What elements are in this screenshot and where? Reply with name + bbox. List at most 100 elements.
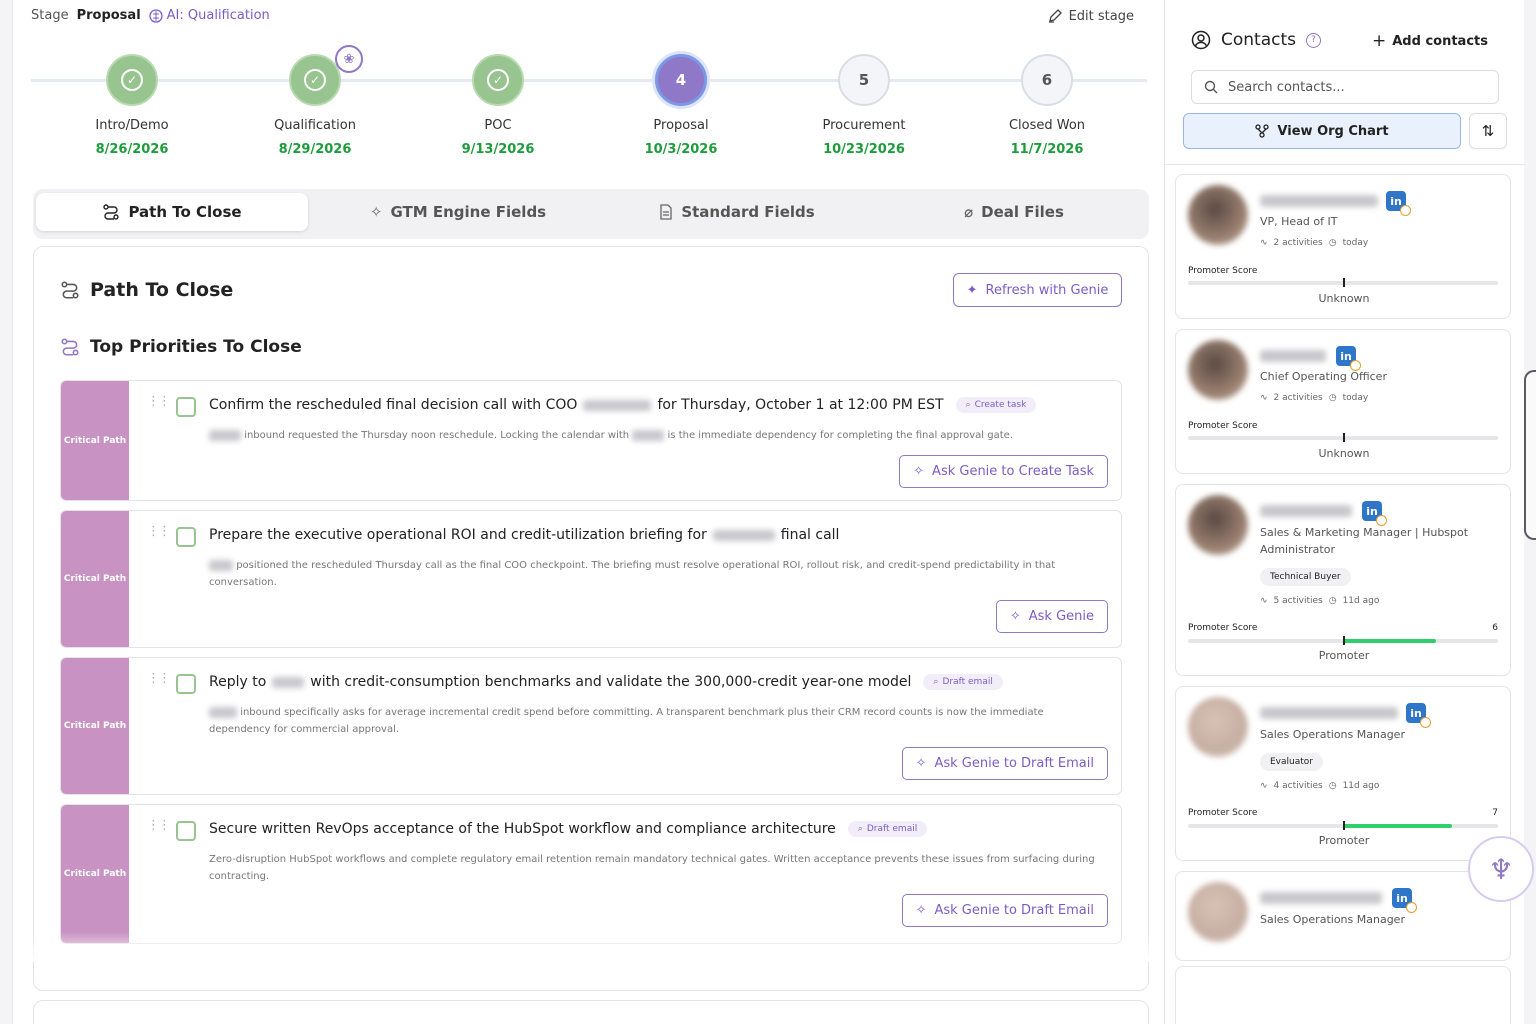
task-checkbox[interactable] <box>176 527 196 547</box>
step-circle: 6 <box>1021 54 1073 106</box>
critical-path-strip: Critical Path <box>61 805 129 943</box>
genie-lamp-icon: ✧ <box>915 903 927 918</box>
contact-role: Sales Operations Manager <box>1260 913 1405 926</box>
create-task-chip[interactable]: ⌕ Create task <box>955 397 1037 413</box>
task-description: Zero-disruption HubSpot workflows and co… <box>209 851 1099 885</box>
task-desc-part: inbound requested the Thursday noon resc… <box>244 430 630 441</box>
brain-icon <box>149 8 163 23</box>
check-icon: ✓ <box>121 69 143 91</box>
draft-email-chip[interactable]: ⌕ Draft email <box>923 674 1003 690</box>
redacted-name <box>632 429 665 441</box>
contact-role: VP, Head of IT <box>1260 215 1338 228</box>
score-midline <box>1343 636 1345 645</box>
tab-label: Deal Files <box>981 203 1064 221</box>
redacted-contact-name <box>1260 350 1326 362</box>
critical-path-strip: Critical Path <box>61 658 129 794</box>
task-title-part: Secure written RevOps acceptance of the … <box>209 821 836 837</box>
stage-step-closed-won[interactable]: 6 Closed Won 11/7/2026 <box>977 54 1117 157</box>
tab-path-to-close[interactable]: Path To Close <box>36 193 308 231</box>
genie-lamp-icon: ✧ <box>915 756 927 771</box>
refresh-with-genie-button[interactable]: ✦ Refresh with Genie <box>953 273 1122 307</box>
activity-count: 2 activities <box>1273 393 1323 403</box>
step-name: POC <box>484 118 512 133</box>
top-priorities-heading: Top Priorities To Close <box>60 337 302 357</box>
genie-lamp-icon: ✧ <box>1009 609 1021 624</box>
task-title-part: Prepare the executive operational ROI an… <box>209 527 707 543</box>
side-drawer-handle[interactable] <box>1524 370 1536 540</box>
tab-label: Path To Close <box>128 203 242 221</box>
stage-step-procurement[interactable]: 5 Procurement 10/23/2026 <box>794 54 934 157</box>
contact-activity: ∿ 4 activities ◷ 11d ago <box>1260 781 1379 791</box>
task-checkbox[interactable] <box>176 397 196 417</box>
view-org-chart-button[interactable]: View Org Chart <box>1183 113 1461 149</box>
step-circle: 5 <box>838 54 890 106</box>
ask-genie-button[interactable]: ✧ Ask Genie <box>995 600 1108 633</box>
linkedin-icon[interactable]: in <box>1406 703 1431 728</box>
step-circle: ✓ <box>472 54 524 106</box>
linkedin-icon[interactable]: in <box>1392 888 1417 913</box>
sort-arrows-icon: ⇅ <box>1481 122 1495 140</box>
critical-path-strip: Critical Path <box>61 381 129 500</box>
drag-handle-icon[interactable]: ⋮⋮ <box>147 395 171 408</box>
sort-button[interactable]: ⇅ <box>1469 113 1507 149</box>
contact-card[interactable]: in Chief Operating Officer ∿ 2 activities… <box>1175 329 1511 474</box>
drag-handle-icon[interactable]: ⋮⋮ <box>147 819 171 832</box>
edit-stage-button[interactable]: Edit stage <box>1047 8 1134 24</box>
tab-standard-fields[interactable]: Standard Fields <box>601 193 873 231</box>
score-fill <box>1344 824 1452 828</box>
contact-card[interactable]: in VP, Head of IT ∿ 2 activities ◷ today Pr… <box>1175 174 1511 319</box>
drag-handle-icon[interactable]: ⋮⋮ <box>147 672 171 685</box>
ai-brain-badge-icon: ❀ <box>335 45 363 73</box>
contact-role: Sales Operations Manager <box>1260 728 1405 741</box>
task-title: Prepare the executive operational ROI an… <box>209 527 839 543</box>
stage-step-intro-demo[interactable]: ✓ Intro/Demo 8/26/2026 <box>62 54 202 157</box>
redacted-name <box>583 399 652 411</box>
clock-icon: ◷ <box>1328 596 1337 606</box>
priority-task-item: Critical Path ⋮⋮ Confirm the rescheduled… <box>60 380 1122 501</box>
ask-genie-draft-email-button[interactable]: ✧ Ask Genie to Draft Email <box>901 747 1108 780</box>
linkedin-icon[interactable]: in <box>1336 346 1361 371</box>
ask-genie-draft-email-button[interactable]: ✧ Ask Genie to Draft Email <box>901 894 1108 927</box>
redacted-name <box>272 676 305 688</box>
ask-genie-create-task-button[interactable]: ✧ Ask Genie to Create Task <box>899 455 1108 488</box>
contact-card[interactable] <box>1175 966 1511 1024</box>
path-to-close-card: Path To Close ✦ Refresh with Genie Top P… <box>33 246 1149 991</box>
task-description: inbound requested the Thursday noon resc… <box>209 427 1099 444</box>
activity-count: 5 activities <box>1273 596 1323 606</box>
search-contacts-input[interactable]: Search contacts... <box>1191 70 1499 104</box>
task-checkbox[interactable] <box>176 674 196 694</box>
promoter-caption: Unknown <box>1318 292 1370 305</box>
tab-deal-files[interactable]: ⌀ Deal Files <box>878 193 1150 231</box>
stage-step-qualification[interactable]: ✓ ❀ Qualification 8/29/2026 <box>245 45 385 157</box>
score-midline <box>1343 433 1345 442</box>
drag-handle-icon[interactable]: ⋮⋮ <box>147 525 171 538</box>
search-placeholder: Search contacts... <box>1228 79 1345 95</box>
redacted-name <box>209 429 241 441</box>
genie-assistant-button[interactable]: ♆ <box>1468 836 1534 902</box>
task-title-part: Reply to <box>209 674 267 690</box>
clock-icon: ◷ <box>1328 393 1337 403</box>
add-contacts-button[interactable]: + Add contacts <box>1372 31 1488 51</box>
promoter-score-bar <box>1188 821 1498 830</box>
draft-email-chip[interactable]: ⌕ Draft email <box>847 821 928 837</box>
linkedin-icon[interactable]: in <box>1362 501 1387 526</box>
clock-icon: ◷ <box>1328 238 1337 248</box>
stage-step-proposal[interactable]: 4 Proposal 10/3/2026 <box>611 54 751 157</box>
task-checkbox[interactable] <box>176 821 196 841</box>
avatar <box>1188 185 1248 245</box>
task-description: positioned the rescheduled Thursday call… <box>209 557 1099 591</box>
stage-step-poc[interactable]: ✓ POC 9/13/2026 <box>428 54 568 157</box>
genie-lamp-icon: ✧ <box>913 464 925 479</box>
button-label: Ask Genie <box>1028 609 1094 624</box>
promoter-score-label: Promoter Score <box>1188 266 1258 276</box>
tab-gtm-engine-fields[interactable]: ✧ GTM Engine Fields <box>322 193 594 231</box>
contact-card[interactable]: in Sales Operations Manager <box>1175 871 1511 961</box>
redacted-name <box>209 706 237 718</box>
step-date: 11/7/2026 <box>1010 142 1084 157</box>
redacted-contact-name <box>1260 707 1398 719</box>
contact-card[interactable]: in Sales Operations Manager Evaluator ∿ 4… <box>1175 686 1511 861</box>
linkedin-icon[interactable]: in <box>1386 191 1411 216</box>
help-icon[interactable]: ? <box>1306 32 1321 48</box>
route-icon <box>103 204 120 220</box>
contact-card[interactable]: in Sales & Marketing Manager | Hubspot A… <box>1175 484 1511 676</box>
